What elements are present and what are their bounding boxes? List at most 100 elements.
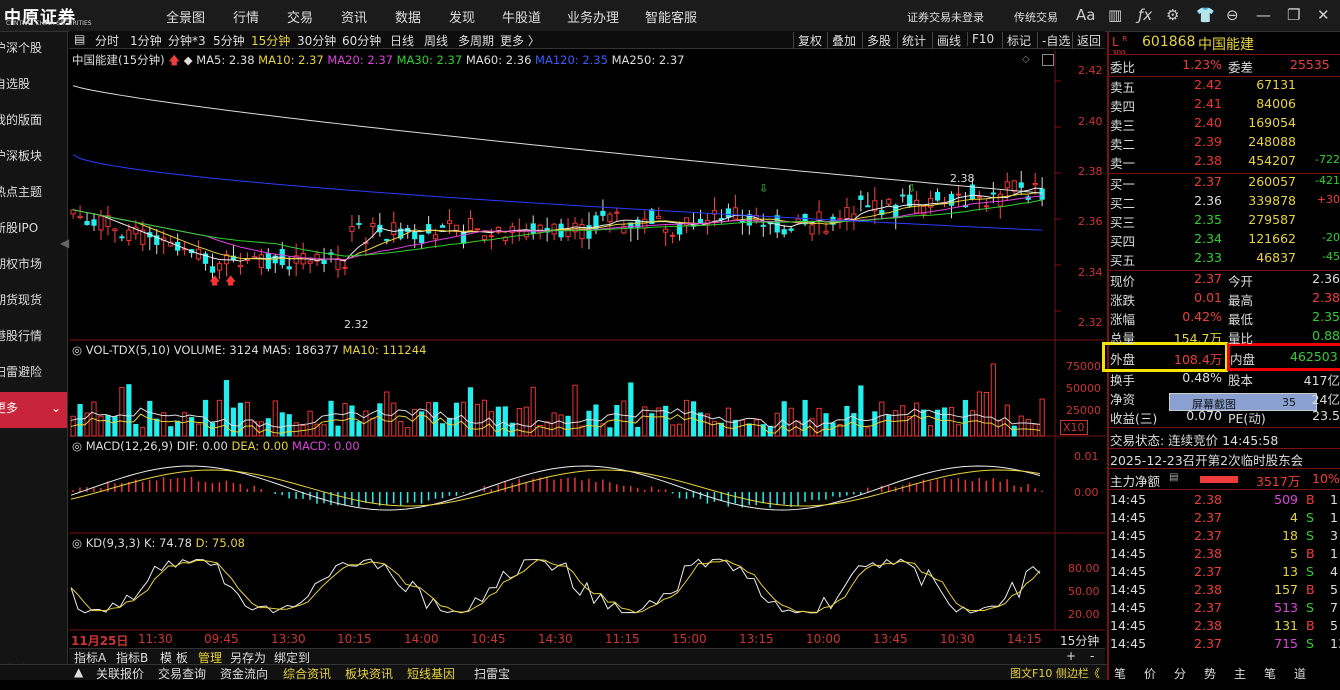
tool-overlay[interactable]: 叠加 (827, 32, 856, 49)
close-icon[interactable]: ✕ (1317, 6, 1330, 24)
window-min-icon[interactable]: — (1256, 6, 1271, 24)
detail-nav-tab[interactable]: 主 (1234, 665, 1246, 682)
detail-nav-tab[interactable]: 笔 (1264, 665, 1276, 682)
chart-option-icon[interactable]: ◇ (1022, 54, 1030, 65)
period-label[interactable]: 15分钟 (1060, 632, 1099, 649)
func-related-quotes[interactable]: 关联报价 (96, 665, 144, 682)
indicator-icon[interactable]: ◎ (72, 343, 82, 357)
ma-settings-icon[interactable]: ◆ (184, 53, 193, 67)
tool-f10[interactable]: F10 (967, 32, 994, 46)
font-size-icon[interactable]: Aa (1076, 6, 1095, 24)
menu-quotes[interactable]: 行情 (233, 7, 259, 26)
chart-window-icon[interactable] (1042, 54, 1054, 66)
ask-price[interactable]: 2.38 (1170, 153, 1222, 168)
bid-price[interactable]: 2.36 (1170, 193, 1222, 208)
menu-panorama[interactable]: 全景图 (166, 7, 205, 26)
func-trade-query[interactable]: 交易查询 (158, 665, 206, 682)
bid-price[interactable]: 2.37 (1170, 174, 1222, 189)
chart-icon[interactable]: ▥ (1108, 6, 1122, 24)
k-line (70, 558, 1041, 614)
candle-body (258, 254, 264, 268)
detail-nav-tab[interactable]: 道 (1294, 665, 1306, 682)
period-settings-icon[interactable]: ▤ (74, 32, 85, 46)
menu-data[interactable]: 数据 (395, 7, 421, 26)
tick-row: 14:45 2.37 18 S 3 (1110, 528, 1340, 547)
menu-bull-stocks[interactable]: 牛股道 (502, 7, 541, 26)
period-multi[interactable]: 多周期 (458, 32, 494, 49)
sidebar-item-more[interactable]: 更多 ⌄ (0, 392, 67, 428)
period-30min[interactable]: 30分钟 (297, 32, 336, 49)
menu-discover[interactable]: 发现 (449, 7, 475, 26)
bid-price[interactable]: 2.35 (1170, 212, 1222, 227)
menu-business[interactable]: 业务办理 (567, 7, 619, 26)
tool-watchlist[interactable]: -自选 (1037, 32, 1070, 49)
period-more[interactable]: 更多 〉 (500, 32, 540, 49)
bid-price[interactable]: 2.33 (1170, 250, 1222, 265)
tool-multi-stock[interactable]: 多股 (862, 32, 891, 49)
sidebar-item-futures[interactable]: 期货现货 (0, 284, 67, 320)
tool-back[interactable]: 返回 (1072, 32, 1101, 49)
period-day[interactable]: 日线 (390, 32, 414, 49)
func-news[interactable]: 综合资讯 (283, 665, 331, 682)
arrow-icon[interactable]: ▲ (74, 665, 83, 679)
login-status[interactable]: 证券交易未登录 (907, 9, 984, 25)
sidebar-item-ipo[interactable]: 新股IPO (0, 212, 67, 248)
gear-icon[interactable]: ⚙ (1166, 6, 1179, 24)
ask-price[interactable]: 2.39 (1170, 134, 1222, 149)
period-min-x3[interactable]: 分钟*3 (168, 32, 206, 49)
detail-nav-tab[interactable]: 笔 (1114, 665, 1126, 682)
sidebar-item-risk[interactable]: 扫雷避险 (0, 356, 67, 392)
candle-body (663, 228, 669, 233)
ask-price[interactable]: 2.40 (1170, 115, 1222, 130)
sidebar-item-sectors[interactable]: 沪深板块 (0, 140, 67, 176)
tool-stats[interactable]: 统计 (897, 32, 926, 49)
collapse-arrow-icon[interactable]: ◀ (60, 236, 69, 250)
window-restore-icon[interactable]: ❐ (1287, 6, 1300, 24)
func-scan[interactable]: 扫雷宝 (474, 665, 510, 682)
net-flow-label: 主力净额 (1110, 474, 1161, 489)
func-short-gene[interactable]: 短线基因 (407, 665, 455, 682)
sidebar-item-options[interactable]: 期权市场 (0, 248, 67, 284)
menu-trade[interactable]: 交易 (287, 7, 313, 26)
period-5min[interactable]: 5分钟 (213, 32, 245, 49)
notice-text[interactable]: 2025-12-23召开第2次临时股东会 (1110, 450, 1303, 469)
sidebar-item-watchlist[interactable]: 自选股 (0, 68, 67, 104)
formula-icon[interactable]: ƒx (1138, 6, 1152, 24)
zoom-out-button[interactable]: - (1090, 649, 1094, 663)
indicator-icon[interactable]: ◎ (72, 536, 82, 550)
sidebar-item-stocks[interactable]: 沪深个股 (0, 32, 67, 68)
ask-price[interactable]: 2.41 (1170, 96, 1222, 111)
detail-nav-tab[interactable]: 价 (1144, 665, 1156, 682)
func-fund-flow[interactable]: 资金流向 (220, 665, 268, 682)
volume-bar (697, 412, 704, 437)
tool-draw[interactable]: 画线 (932, 32, 961, 49)
sidebar-item-hk[interactable]: 港股行情 (0, 320, 67, 356)
skin-icon[interactable]: 👕 (1196, 6, 1215, 24)
func-sector-news[interactable]: 板块资讯 (345, 665, 393, 682)
period-1min[interactable]: 1分钟 (130, 32, 162, 49)
f10-sidebar-link[interactable]: 图文F10 侧边栏《 (1010, 665, 1100, 681)
detail-nav-tab[interactable]: 分 (1174, 665, 1186, 682)
zoom-in-button[interactable]: + (1066, 649, 1076, 663)
x-tick: 11:30 (138, 632, 173, 646)
sidebar-item-themes[interactable]: 热点主题 (0, 176, 67, 212)
menu-news[interactable]: 资讯 (341, 7, 367, 26)
indicator-icon[interactable]: ◎ (72, 439, 82, 453)
tool-mark[interactable]: 标记 (1002, 32, 1031, 49)
period-15min[interactable]: 15分钟 (251, 32, 290, 49)
period-timeshare[interactable]: 分时 (95, 32, 119, 49)
list-icon[interactable]: ▤ (1169, 472, 1178, 483)
detail-nav-tab[interactable]: 势 (1204, 665, 1216, 682)
bid-price[interactable]: 2.34 (1170, 231, 1222, 246)
menu-service[interactable]: 智能客服 (645, 7, 697, 26)
period-60min[interactable]: 60分钟 (342, 32, 381, 49)
volume-bar (586, 410, 592, 437)
period-week[interactable]: 周线 (424, 32, 448, 49)
volume-bar (607, 427, 613, 437)
stat-value: 0.01 (1194, 290, 1222, 305)
minimize-icon[interactable]: ⊖ (1226, 6, 1239, 24)
ask-price[interactable]: 2.42 (1170, 77, 1222, 92)
tool-adjust[interactable]: 复权 (793, 32, 822, 49)
classic-trade-link[interactable]: 传统交易 (1014, 9, 1058, 25)
sidebar-item-layout[interactable]: 我的版面 (0, 104, 67, 140)
